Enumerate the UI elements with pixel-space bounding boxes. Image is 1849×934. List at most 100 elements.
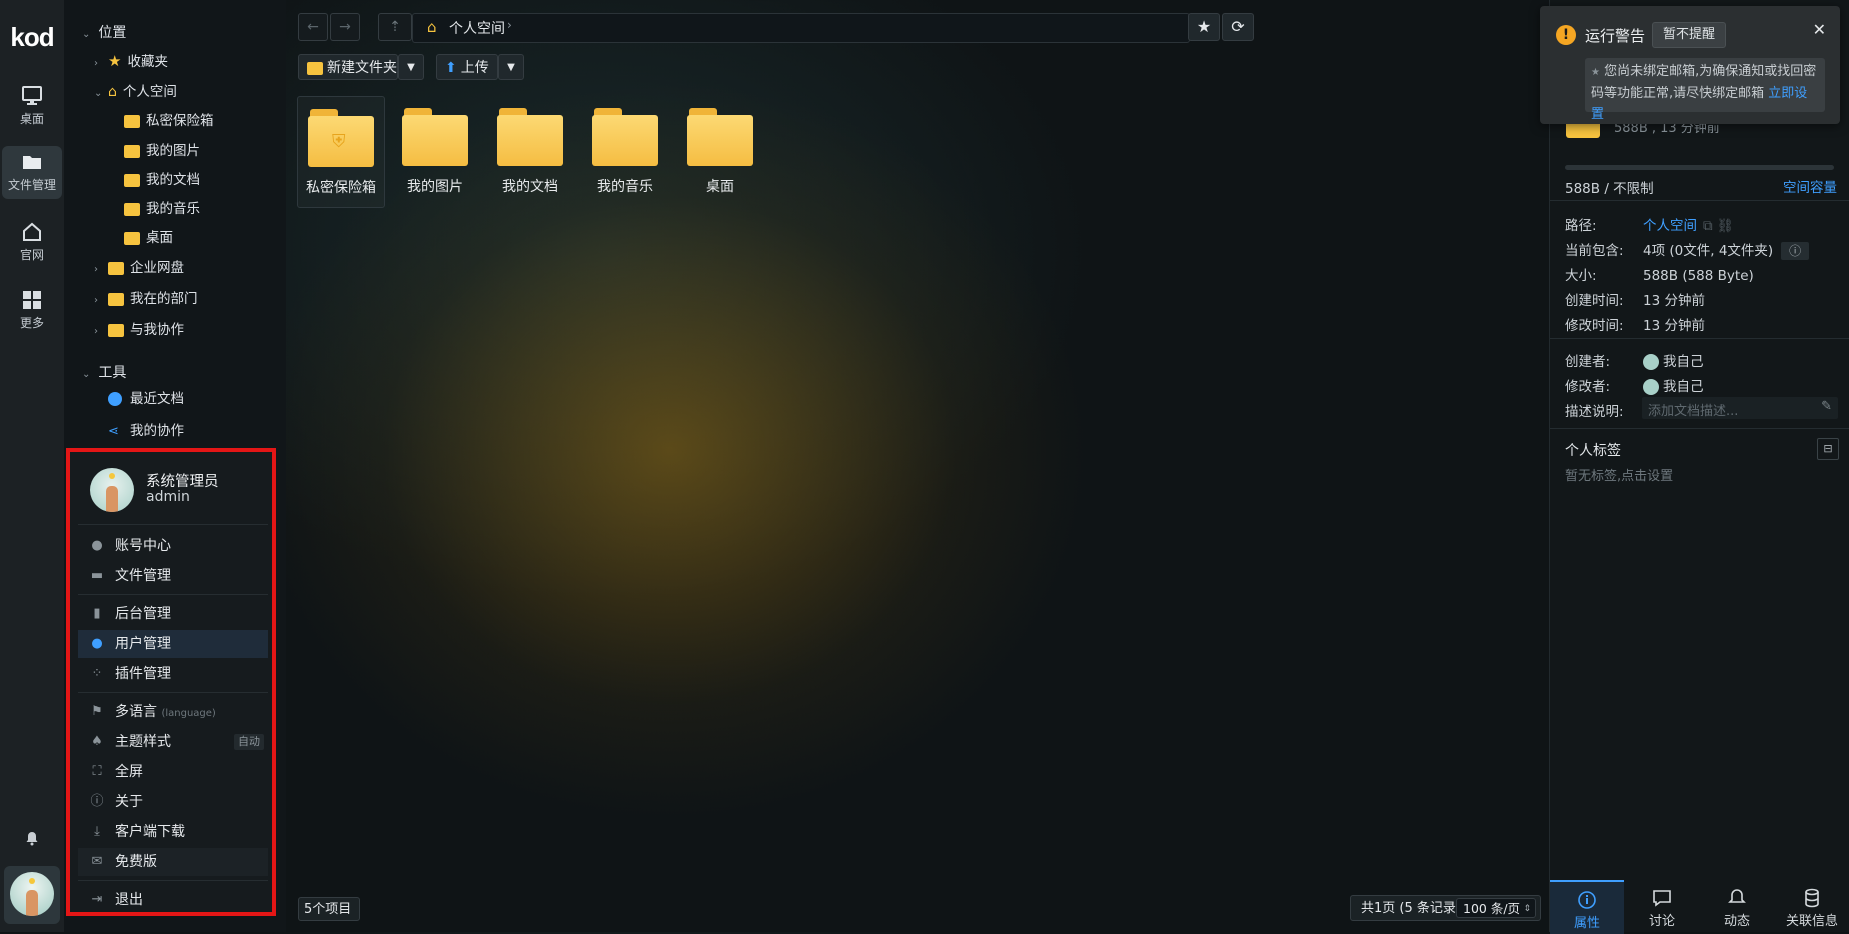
caret-down-icon: ▼: [407, 62, 415, 73]
rail-item-website[interactable]: 官网: [2, 222, 62, 263]
rail-item-file-manager[interactable]: 文件管理: [2, 146, 62, 199]
menu-item-edition[interactable]: ✉ 免费版: [78, 848, 268, 876]
folder-icon: [124, 202, 140, 216]
rail-item-more[interactable]: 更多: [2, 290, 62, 331]
address-bar[interactable]: ⌂ 个人空间 ›: [412, 13, 1190, 43]
upload-arrow-icon: ⬆: [445, 60, 457, 76]
prop-contains-key: 当前包含:: [1565, 243, 1624, 259]
close-icon[interactable]: ✕: [1813, 20, 1826, 39]
copy-icon[interactable]: ⧉: [1703, 218, 1713, 234]
shirt-icon: ♠: [91, 734, 103, 749]
app-logo: kod: [10, 22, 54, 52]
space-usage-bar: [1565, 165, 1834, 170]
tree-item-collab[interactable]: › 与我协作: [94, 317, 184, 343]
upload-button[interactable]: ⬆ 上传: [436, 54, 498, 80]
favorite-star-button[interactable]: ★: [1188, 13, 1220, 41]
tree-item-desktop[interactable]: 桌面: [124, 225, 173, 251]
folder-icon: [497, 108, 563, 166]
menu-item-logout[interactable]: ⇥ 退出: [78, 886, 268, 914]
prop-creator-key: 创建者:: [1565, 354, 1611, 370]
tree-item-department[interactable]: › 我在的部门: [94, 286, 198, 312]
tab-discussion[interactable]: 讨论: [1625, 880, 1699, 932]
menu-item-account[interactable]: ● 账号中心: [78, 532, 268, 560]
forward-button[interactable]: →: [330, 13, 360, 41]
prop-created: 创建时间: 13 分钟前: [1565, 289, 1705, 309]
menu-item-about[interactable]: ⓘ 关于: [78, 788, 268, 816]
tab-activity[interactable]: 动态: [1700, 880, 1774, 932]
back-button[interactable]: ←: [298, 13, 328, 41]
menu-item-fullscreen[interactable]: ⛶ 全屏: [78, 758, 268, 786]
avatar: [1643, 379, 1659, 395]
folder-icon: [307, 61, 323, 75]
tree-item-music-label: 我的音乐: [146, 201, 200, 217]
tree-item-favorites[interactable]: › ★ 收藏夹: [94, 48, 168, 74]
upload-dropdown-button[interactable]: ▼: [498, 54, 524, 80]
menu-item-plugins[interactable]: ⁘ 插件管理: [78, 660, 268, 688]
menu-item-files[interactable]: ▬ 文件管理: [78, 562, 268, 590]
file-item-music[interactable]: 我的音乐: [582, 96, 668, 196]
menu-item-language[interactable]: ⚑ 多语言 (language): [78, 698, 268, 726]
tree-item-vault[interactable]: 私密保险箱: [124, 108, 214, 134]
tree-section-location[interactable]: ⌄ 位置: [82, 22, 126, 42]
tree-item-personal-space[interactable]: ⌄ ⌂ 个人空间: [94, 79, 177, 105]
file-item-desktop-label: 桌面: [706, 179, 734, 195]
user-icon: ●: [91, 636, 103, 651]
tags-empty-hint[interactable]: 暂无标签,点击设置: [1565, 465, 1673, 484]
tab-related-info[interactable]: 关联信息: [1775, 880, 1849, 932]
tab-properties[interactable]: 属性: [1550, 880, 1624, 934]
tree-item-enterprise[interactable]: › 企业网盘: [94, 255, 184, 281]
file-item-desktop[interactable]: 桌面: [677, 96, 763, 196]
bar-chart-icon: ▮: [93, 606, 101, 621]
tab-related-info-label: 关联信息: [1785, 914, 1838, 929]
tree-item-documents[interactable]: 我的文档: [124, 167, 200, 193]
menu-item-about-label: 关于: [115, 794, 143, 810]
file-item-vault[interactable]: ⛨ 私密保险箱: [297, 96, 385, 208]
description-input[interactable]: 添加文档描述... ✎: [1642, 397, 1838, 419]
menu-item-client[interactable]: ⤓ 客户端下载: [78, 818, 268, 846]
file-item-vault-label: 私密保险箱: [306, 180, 376, 196]
tree-item-music[interactable]: 我的音乐: [124, 196, 200, 222]
file-item-pictures[interactable]: 我的图片: [392, 96, 478, 196]
info-icon[interactable]: ⓘ: [1781, 242, 1810, 260]
folder-icon: [124, 231, 140, 245]
avatar: [90, 468, 134, 512]
up-level-button[interactable]: ⇡: [378, 13, 412, 41]
rail-item-desktop[interactable]: 桌面: [2, 86, 62, 127]
menu-item-logout-label: 退出: [115, 892, 143, 908]
tree-item-mycollab[interactable]: ⋖ 我的协作: [108, 418, 184, 444]
menu-item-users[interactable]: ● 用户管理: [78, 630, 268, 658]
folder-icon: [592, 108, 658, 166]
per-page-value: 100 条/页: [1463, 901, 1521, 916]
refresh-icon: ⟳: [1231, 17, 1245, 36]
tags-title: 个人标签: [1565, 443, 1621, 459]
dismiss-warning-button[interactable]: 暂不提醒: [1652, 22, 1727, 48]
tree-item-recent[interactable]: 最近文档: [108, 386, 184, 412]
pagination-pages: 共1页 (5 条记录): [1361, 901, 1461, 916]
warning-message-box: ★ 您尚未绑定邮箱,为确保通知或找回密码等功能正常,请尽快绑定邮箱 立即设置: [1585, 58, 1825, 122]
refresh-button[interactable]: ⟳: [1222, 13, 1254, 41]
link-icon[interactable]: ⛓: [1717, 218, 1734, 234]
language-hint: (language): [161, 708, 216, 719]
per-page-select[interactable]: 100 条/页 ⇕: [1456, 898, 1536, 918]
user-circle-icon: ●: [91, 538, 103, 553]
menu-item-theme[interactable]: ♠ 主题样式 自动: [78, 728, 268, 756]
space-capacity-link[interactable]: 空间容量: [1783, 176, 1837, 196]
clock-icon: [108, 392, 122, 406]
prop-path-link[interactable]: 个人空间: [1643, 218, 1697, 234]
new-folder-button[interactable]: 新建文件夹: [298, 54, 398, 80]
prop-description-key: 描述说明:: [1565, 404, 1624, 420]
notification-bell-icon[interactable]: [24, 830, 40, 846]
prop-size: 大小: 588B (588 Byte): [1565, 264, 1754, 284]
file-item-documents[interactable]: 我的文档: [487, 96, 573, 196]
tree-item-pictures[interactable]: 我的图片: [124, 138, 200, 164]
chevron-right-icon: ›: [94, 295, 98, 306]
caret-down-icon: ▼: [507, 62, 515, 73]
item-count: 5个项目: [298, 897, 360, 921]
user-avatar-button[interactable]: [4, 866, 60, 924]
menu-item-admin[interactable]: ▮ 后台管理: [78, 600, 268, 628]
divider: [78, 594, 268, 595]
tree-section-tools[interactable]: ⌄ 工具: [82, 362, 126, 382]
new-folder-dropdown-button[interactable]: ▼: [398, 54, 424, 80]
breadcrumb-personal-space[interactable]: 个人空间: [449, 18, 505, 38]
tag-settings-icon[interactable]: ⊟: [1817, 438, 1839, 460]
